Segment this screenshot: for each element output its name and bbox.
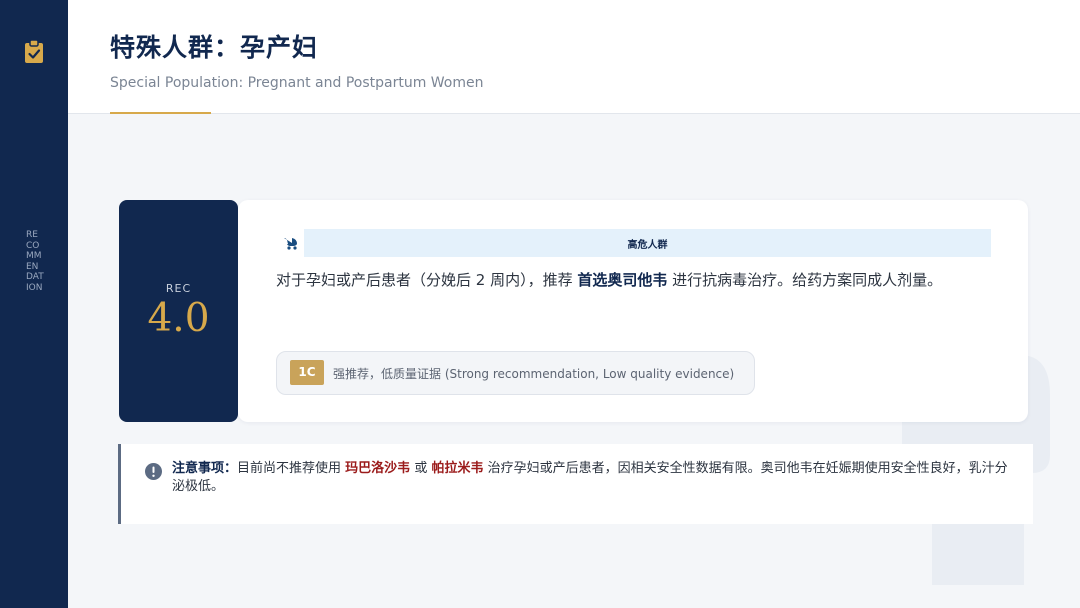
recommendation-statement: 对于孕妇或产后患者（分娩后 2 周内），推荐 首选奥司他韦 进行抗病毒治疗。给药… xyxy=(276,270,1006,291)
clipboard-check-icon xyxy=(25,40,43,63)
page-subtitle: Special Population: Pregnant and Postpar… xyxy=(110,75,484,91)
baby-carriage-icon xyxy=(284,238,297,250)
evidence-grade: 1C 强推荐，低质量证据 (Strong recommendation, Low… xyxy=(276,351,755,395)
rec-number-panel: REC 4.0 xyxy=(119,200,238,422)
caution-part1: 目前尚不推荐使用 xyxy=(237,461,342,476)
caution-drug-2: 帕拉米韦 xyxy=(431,461,484,476)
exclamation-circle-icon xyxy=(145,463,162,480)
caution-note: 注意事项：目前尚不推荐使用 玛巴洛沙韦 或 帕拉米韦 治疗孕妇或产后患者，因相关… xyxy=(118,444,1033,524)
caution-conj: 或 xyxy=(414,461,428,476)
header: 特殊人群：孕产妇 Special Population: Pregnant an… xyxy=(68,0,1080,114)
statement-drug: 首选奥司他韦 xyxy=(577,271,668,289)
grade-badge: 1C xyxy=(290,360,324,385)
high-risk-tag-label: 高危人群 xyxy=(627,240,668,251)
statement-after: 进行抗病毒治疗。给药方案同成人剂量。 xyxy=(672,271,943,289)
sidebar-vertical-text: RECOMMENDATION xyxy=(26,230,44,293)
rec-number: 4.0 xyxy=(147,296,210,341)
high-risk-tag: 高危人群 xyxy=(304,229,991,257)
sidebar: RECOMMENDATION xyxy=(0,0,68,608)
caution-text: 注意事项：目前尚不推荐使用 玛巴洛沙韦 或 帕拉米韦 治疗孕妇或产后患者，因相关… xyxy=(172,460,1012,496)
grade-description: 强推荐，低质量证据 (Strong recommendation, Low qu… xyxy=(333,367,735,381)
caution-label: 注意事项： xyxy=(172,461,238,476)
statement-before: 对于孕妇或产后患者（分娩后 2 周内），推荐 xyxy=(276,271,573,289)
title-underline xyxy=(110,112,211,114)
caution-drug-1: 玛巴洛沙韦 xyxy=(345,461,411,476)
rec-label: REC xyxy=(165,282,192,295)
page-title: 特殊人群：孕产妇 xyxy=(110,33,319,62)
